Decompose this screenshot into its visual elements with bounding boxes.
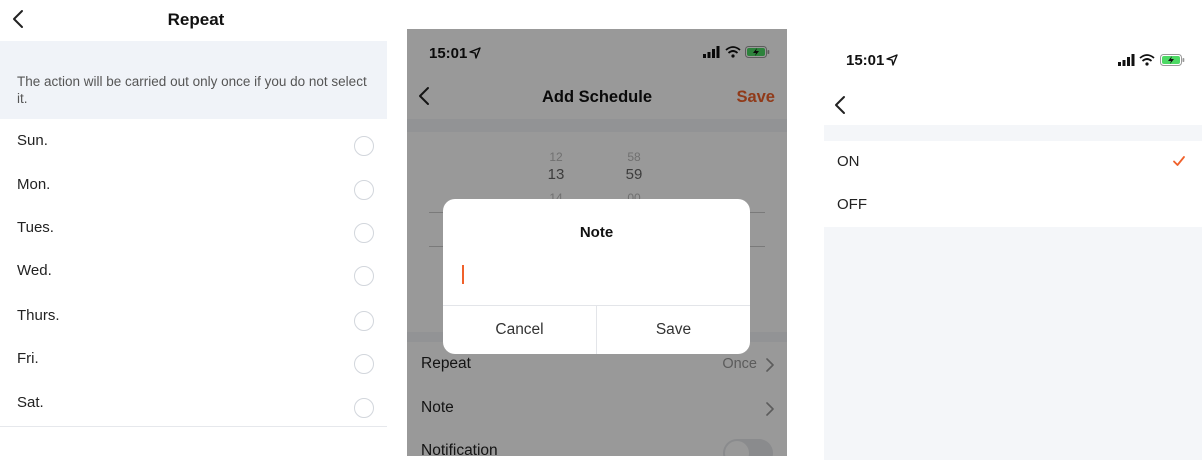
day-row-mon[interactable]: Mon. — [0, 164, 387, 208]
repeat-notice-banner: The action will be carried out only once… — [0, 41, 387, 119]
switch-screen: 15:01 ON OFF — [824, 29, 1202, 460]
status-time: 15:01 — [846, 52, 885, 69]
radio-icon[interactable] — [354, 398, 374, 418]
checkmark-icon — [1173, 156, 1185, 166]
back-chevron-icon[interactable] — [832, 95, 848, 115]
day-label: Tues. — [17, 219, 54, 236]
option-on[interactable]: ON — [824, 141, 1202, 184]
location-arrow-icon — [886, 54, 898, 66]
switch-nav-bar — [824, 79, 1202, 125]
signal-icon — [1118, 54, 1135, 66]
day-label: Sun. — [17, 132, 48, 149]
note-input[interactable] — [457, 259, 736, 289]
note-dialog: Note Cancel Save — [443, 199, 750, 354]
option-label: ON — [837, 153, 860, 170]
day-row-wed[interactable]: Wed. — [0, 250, 387, 294]
radio-icon[interactable] — [354, 266, 374, 286]
cancel-button[interactable]: Cancel — [443, 305, 596, 354]
add-schedule-screen: 15:01 Add Schedule Save 12 13 14 58 59 0… — [407, 29, 787, 456]
dialog-save-button[interactable]: Save — [597, 305, 750, 354]
status-bar: 15:01 — [824, 29, 1202, 79]
wifi-icon — [1139, 54, 1155, 66]
repeat-nav-bar: Repeat — [0, 0, 387, 40]
option-off[interactable]: OFF — [824, 184, 1202, 227]
radio-icon[interactable] — [354, 354, 374, 374]
day-row-sun[interactable]: Sun. — [0, 120, 387, 164]
day-row-thurs[interactable]: Thurs. — [0, 295, 387, 339]
repeat-notice-text: The action will be carried out only once… — [17, 74, 367, 106]
repeat-screen: Repeat The action will be carried out on… — [0, 0, 387, 460]
divider — [0, 426, 387, 427]
day-label: Sat. — [17, 394, 44, 411]
day-row-fri[interactable]: Fri. — [0, 338, 387, 382]
battery-charging-icon — [1160, 54, 1185, 66]
day-row-sat[interactable]: Sat. — [0, 382, 387, 426]
day-label: Mon. — [17, 176, 51, 193]
day-label: Fri. — [17, 350, 39, 367]
page-title: Repeat — [167, 10, 225, 29]
radio-icon[interactable] — [354, 136, 374, 156]
day-label: Wed. — [17, 262, 52, 279]
text-caret — [462, 265, 464, 284]
radio-icon[interactable] — [354, 311, 374, 331]
dialog-title: Note — [579, 224, 614, 241]
day-row-tues[interactable]: Tues. — [0, 207, 387, 251]
radio-icon[interactable] — [354, 180, 374, 200]
radio-icon[interactable] — [354, 223, 374, 243]
day-label: Thurs. — [17, 307, 60, 324]
option-label: OFF — [837, 196, 867, 213]
